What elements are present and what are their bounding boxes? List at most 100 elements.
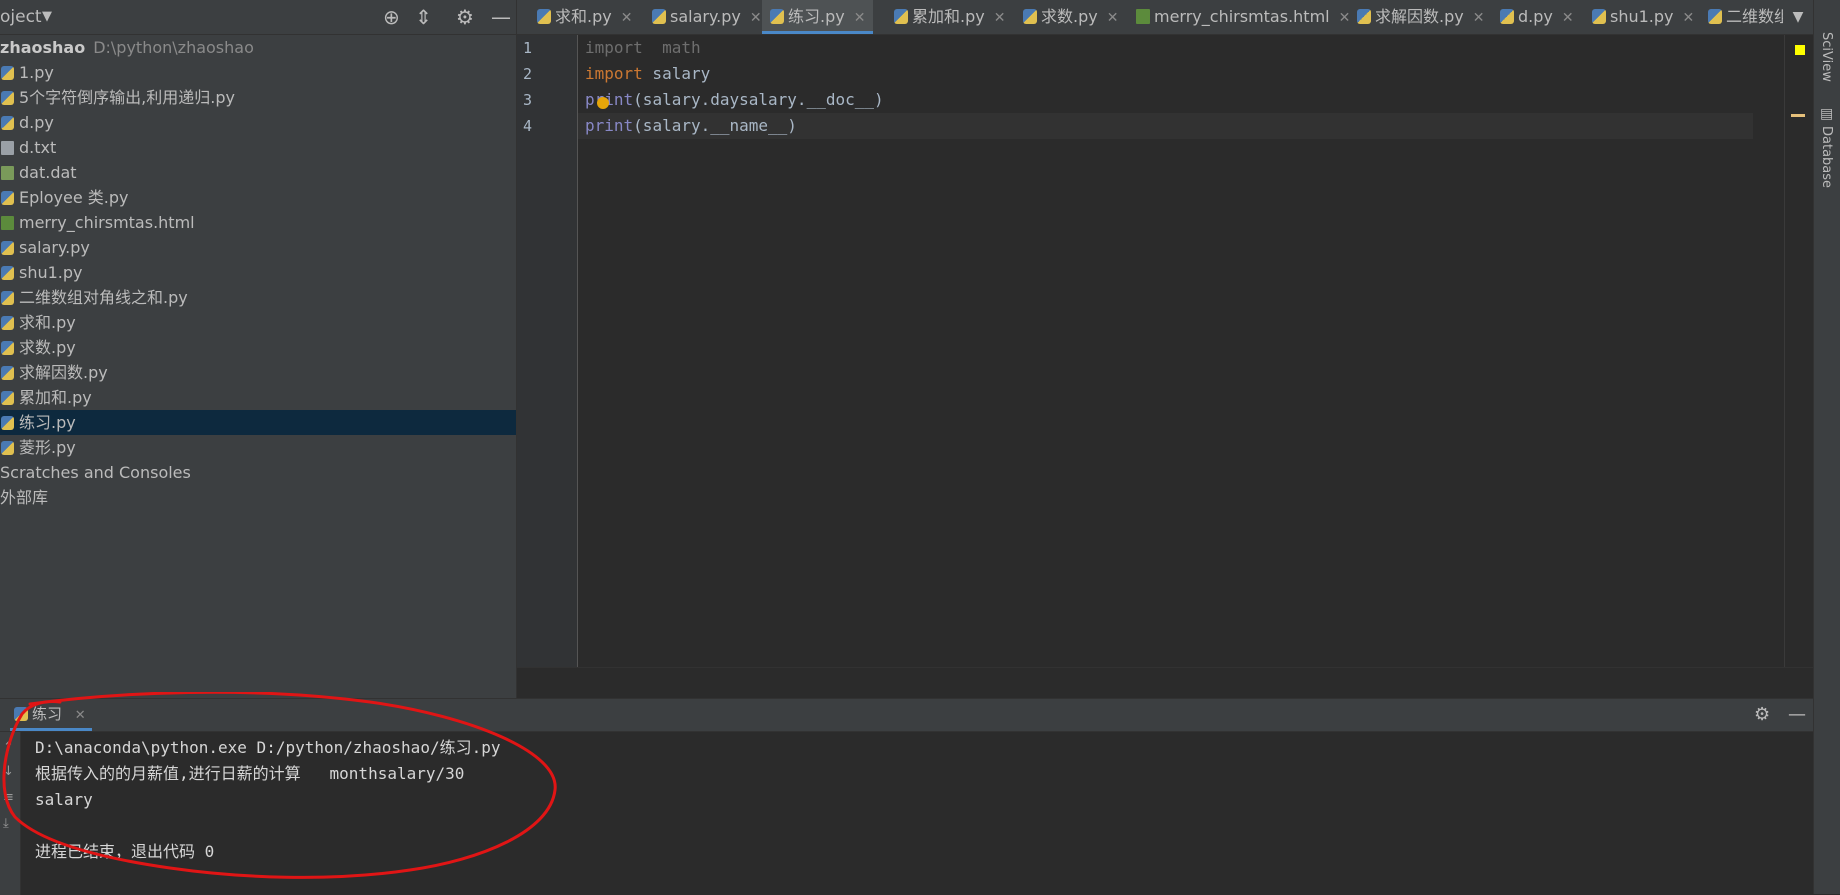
close-icon[interactable]: ✕	[75, 708, 86, 723]
tree-file-label: 累加和.py	[19, 388, 92, 407]
tree-external-libraries-node[interactable]: 外部库	[0, 485, 516, 510]
run-tab[interactable]: 练习 ✕	[10, 699, 92, 731]
tree-file-item[interactable]: merry_chirsmtas.html	[0, 210, 516, 235]
editor-tab[interactable]: 求和.py ✕	[529, 0, 640, 34]
close-icon[interactable]: ✕	[1683, 10, 1695, 26]
close-icon[interactable]: ✕	[621, 10, 633, 26]
python-file-icon	[1, 266, 14, 280]
editor-tab[interactable]: salary.py ✕	[644, 0, 770, 34]
tree-file-item[interactable]: 菱形.py	[0, 435, 516, 460]
tree-file-item[interactable]: 练习.py	[0, 410, 516, 435]
editor-tab[interactable]: 练习.py ✕	[762, 0, 874, 34]
editor-horizontal-scrollbar[interactable]	[517, 667, 1813, 698]
python-file-icon	[1, 366, 14, 380]
error-stripe-mark[interactable]	[1791, 114, 1805, 117]
data-file-icon	[1, 166, 14, 180]
python-file-icon	[1, 241, 14, 255]
tree-file-item[interactable]: 求解因数.py	[0, 360, 516, 385]
root-folder-path: D:\python\zhaoshao	[93, 38, 254, 57]
run-panel: 练习 ✕ ⚙ — ↑ ↓ ≡ ⤓ D:\anaconda\python.exe …	[0, 698, 1813, 895]
editor-tab[interactable]: 求解因数.py ✕	[1349, 0, 1492, 34]
tree-file-item[interactable]: salary.py	[0, 235, 516, 260]
project-panel: oject ▼ ⊕ ⇕ ⚙ — zhaoshao D:\python\zhaosh…	[0, 0, 517, 698]
tree-file-item[interactable]: dat.dat	[0, 160, 516, 185]
project-title[interactable]: oject	[0, 7, 42, 27]
gear-icon[interactable]: ⚙	[1754, 704, 1770, 725]
chevron-down-icon[interactable]: ▼	[1783, 0, 1813, 34]
tree-file-item[interactable]: shu1.py	[0, 260, 516, 285]
tree-file-item[interactable]: d.txt	[0, 135, 516, 160]
lightbulb-icon[interactable]	[597, 97, 609, 109]
text-file-icon	[1, 141, 14, 155]
close-icon[interactable]: ✕	[994, 10, 1006, 26]
editor-tab-label: 累加和.py	[912, 7, 985, 26]
tree-file-item[interactable]: 二维数组对角线之和.py	[0, 285, 516, 310]
html-file-icon	[1136, 9, 1150, 24]
python-file-icon	[1, 441, 14, 455]
soft-wrap-icon[interactable]: ≡	[3, 790, 14, 805]
close-icon[interactable]: ✕	[1473, 10, 1485, 26]
line-gutter: 1 2 3 4	[517, 35, 578, 667]
tree-file-item[interactable]: 求数.py	[0, 335, 516, 360]
editor-tab[interactable]: 累加和.py ✕	[886, 0, 1013, 34]
tree-file-label: salary.py	[19, 238, 90, 257]
close-icon[interactable]: ✕	[854, 10, 866, 26]
inspection-status-icon[interactable]	[1795, 45, 1805, 55]
stop-icon[interactable]: ↓	[3, 764, 14, 779]
editor-tab-bar: 求和.py ✕ salary.py ✕ 练习.py ✕ 累加和.py ✕ 求数.py ✕ merry…	[517, 0, 1813, 35]
hide-icon[interactable]: —	[1788, 704, 1806, 725]
sciview-tool-button[interactable]: SciView	[1819, 32, 1834, 82]
editor-tab[interactable]: shu1.py ✕	[1584, 0, 1702, 34]
tree-file-label: 菱形.py	[19, 438, 76, 457]
gear-icon[interactable]: ⚙	[456, 6, 474, 28]
editor-tab[interactable]: d.py ✕	[1492, 0, 1582, 34]
database-tool-button[interactable]: Database	[1819, 126, 1834, 188]
tree-file-label: 练习.py	[19, 413, 76, 432]
code-line[interactable]: print(salary.__name__)	[585, 113, 797, 139]
python-file-icon	[652, 9, 666, 24]
code-text: math	[642, 38, 701, 57]
editor-tab[interactable]: 求数.py ✕	[1015, 0, 1126, 34]
database-icon[interactable]: ▤	[1820, 106, 1833, 122]
close-icon[interactable]: ✕	[750, 10, 762, 26]
python-file-icon	[1023, 9, 1037, 24]
collapse-all-icon[interactable]: ⇕	[415, 6, 432, 28]
root-folder-name: zhaoshao	[0, 38, 86, 57]
tree-file-label: 求解因数.py	[19, 363, 108, 382]
code-line[interactable]: print(salary.daysalary.__doc__)	[585, 87, 884, 113]
tree-file-item[interactable]: 1.py	[0, 60, 516, 85]
tree-file-item[interactable]: 5个字符倒序输出,利用递归.py	[0, 85, 516, 110]
editor-tab[interactable]: merry_chirsmtas.html ✕	[1128, 0, 1358, 34]
tree-file-label: 5个字符倒序输出,利用递归.py	[19, 88, 235, 107]
python-file-icon	[1, 341, 14, 355]
tree-file-label: 二维数组对角线之和.py	[19, 288, 188, 307]
python-file-icon	[1, 116, 14, 130]
project-tree: zhaoshao D:\python\zhaoshao 1.py 5个字符倒序输出,利…	[0, 35, 516, 510]
code-text: salary	[642, 64, 711, 83]
python-file-icon	[770, 9, 784, 24]
code-editor[interactable]: 1234 import math import salary print(salar…	[517, 35, 1813, 698]
tree-file-item[interactable]: Eployee 类.py	[0, 185, 516, 210]
editor-tab-label: 二维数组	[1726, 7, 1791, 26]
line-number: 3	[523, 91, 533, 109]
console-output[interactable]: D:\anaconda\python.exe D:/python/zhaosha…	[35, 735, 500, 865]
close-icon[interactable]: ✕	[1107, 10, 1119, 26]
scroll-to-end-icon[interactable]: ⤓	[3, 816, 9, 831]
rerun-icon[interactable]: ↑	[3, 740, 14, 755]
chevron-down-icon[interactable]: ▼	[42, 9, 52, 24]
tree-scratches-node[interactable]: Scratches and Consoles	[0, 460, 516, 485]
locate-icon[interactable]: ⊕	[383, 6, 400, 28]
tree-root-folder[interactable]: zhaoshao D:\python\zhaoshao	[0, 35, 516, 60]
editor-tab-label: salary.py	[670, 7, 741, 26]
editor-tab-label: shu1.py	[1610, 7, 1674, 26]
line-number: 2	[523, 65, 533, 83]
close-icon[interactable]: ✕	[1562, 10, 1574, 26]
hide-icon[interactable]: —	[491, 6, 511, 28]
tree-file-item[interactable]: d.py	[0, 110, 516, 135]
code-line[interactable]: import salary	[585, 61, 710, 87]
tree-file-item[interactable]: 求和.py	[0, 310, 516, 335]
code-line[interactable]: import math	[585, 35, 701, 61]
root-folder-label: zhaoshao D:\python\zhaoshao	[0, 35, 254, 60]
tree-file-item[interactable]: 累加和.py	[0, 385, 516, 410]
